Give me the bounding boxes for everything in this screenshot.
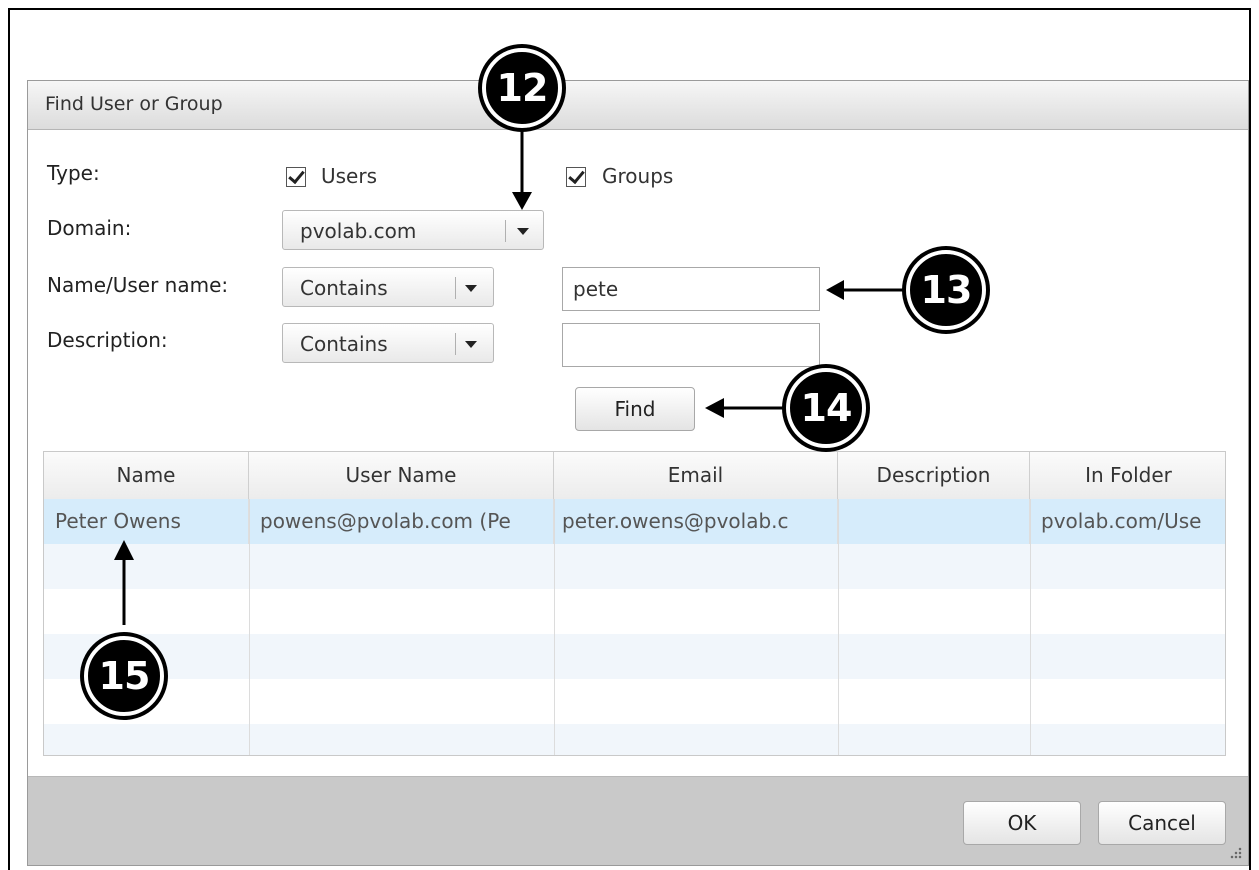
- arrowhead-13: [826, 280, 844, 300]
- arrowhead-14: [705, 398, 724, 418]
- callout-12: 12: [482, 48, 562, 128]
- annotation-arrows: [114, 126, 908, 625]
- arrowhead-12: [512, 192, 532, 210]
- arrowhead-15: [114, 540, 134, 560]
- callout-14: 14: [786, 368, 866, 448]
- callout-13: 13: [906, 250, 986, 330]
- callout-15: 15: [84, 636, 164, 716]
